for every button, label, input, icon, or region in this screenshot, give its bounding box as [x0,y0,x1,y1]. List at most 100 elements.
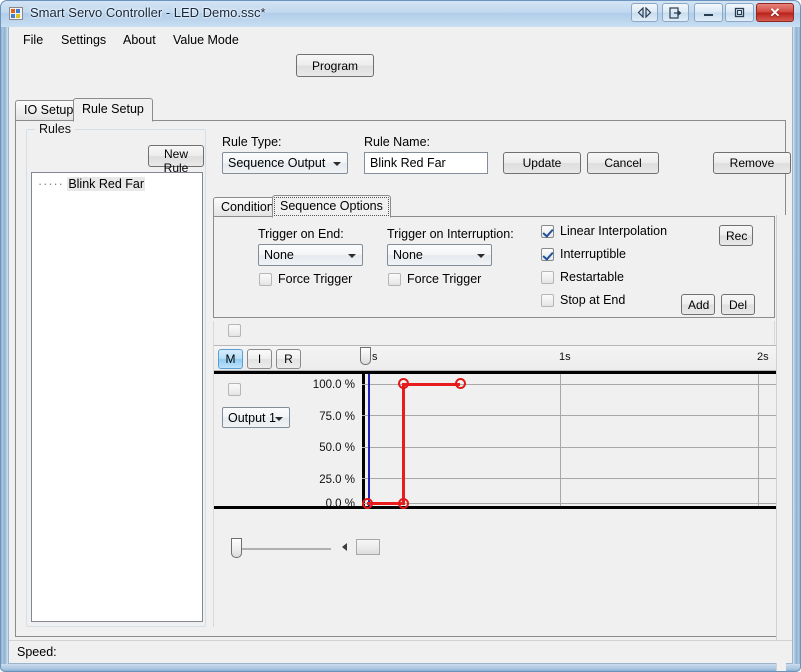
sequence-plot[interactable] [362,374,776,509]
menu-bar: File Settings About Value Mode [9,27,792,51]
segment-2 [403,383,460,386]
zoom-slider-track[interactable] [238,548,331,550]
keypoint-3[interactable] [455,378,466,389]
y-axis-label-100: 100.0 % [312,379,355,391]
panel-right-gutter [776,215,786,672]
mode-move-button[interactable]: M [218,349,243,369]
trigger-on-interruption-value: None [393,248,423,262]
trigger-on-end-combobox[interactable]: None [258,244,363,266]
mode-remove-button[interactable]: R [276,349,301,369]
ruler-tick-1s: 1s [559,351,571,363]
tab-sequence-options[interactable]: Sequence Options [272,195,391,218]
chevron-down-icon [275,417,283,421]
inner-tab-strip: Conditions Sequence Options [213,195,775,218]
rules-tree-view[interactable]: ····· Blink Red Far [31,172,203,622]
remove-button[interactable]: Remove [713,152,791,174]
update-button[interactable]: Update [503,152,581,174]
zoom-slider-thumb[interactable] [231,538,242,558]
mode-insert-button[interactable]: I [247,349,272,369]
stop-at-end-checkbox[interactable] [541,294,554,307]
app-icon [9,7,23,20]
y-axis-label-25: 25.0 % [319,474,355,486]
timeline-horizontal-scrollbar[interactable] [336,538,776,556]
time-ruler[interactable]: s 1s 2s [304,345,776,371]
minimize-button[interactable] [694,3,723,22]
window-border-bottom [0,664,801,672]
gridline-75 [362,415,776,416]
restartable-checkbox[interactable] [541,271,554,284]
menu-settings[interactable]: Settings [55,31,112,49]
chevron-down-icon [348,254,356,258]
window-title: Smart Servo Controller - LED Demo.ssc* [30,5,266,20]
tab-rule-setup[interactable]: Rule Setup [73,98,153,122]
gridline-1s [560,374,561,506]
trigger-on-end-force-label: Force Trigger [278,272,353,286]
keypoint-0[interactable] [362,498,373,509]
rule-type-value: Sequence Output [228,156,326,170]
title-bar: Smart Servo Controller - LED Demo.ssc* ✕ [0,0,801,27]
trigger-on-interruption-combobox[interactable]: None [387,244,492,266]
ruler-tick-0s: s [372,351,378,363]
trigger-on-end-force-checkbox[interactable] [259,273,272,286]
nav-arrows-icon [637,7,652,18]
chevron-down-icon [477,254,485,258]
client-area: File Settings About Value Mode Program I… [8,27,793,672]
speed-status-label: Speed: [17,645,57,659]
trigger-on-end-value: None [264,248,294,262]
playhead-cursor-line[interactable] [368,374,370,506]
rules-group-box: Rules New Rule ····· Blink Red Far [26,122,206,627]
cancel-button[interactable]: Cancel [587,152,659,174]
trigger-on-end-label: Trigger on End: [258,227,344,241]
timeline-bottom-area [214,509,776,627]
track-enable-checkbox[interactable] [228,383,241,396]
interruptible-checkbox[interactable] [541,248,554,261]
close-button[interactable]: ✕ [756,3,794,22]
gridline-2s [758,374,759,506]
menu-about[interactable]: About [117,31,162,49]
tree-item-label: Blink Red Far [67,177,146,191]
add-button[interactable]: Add [681,294,715,315]
horizontal-scroll-thumb[interactable] [356,539,380,555]
time-cursor-handle[interactable] [360,347,371,365]
rule-name-label: Rule Name: [364,135,430,149]
gridline-50 [362,447,776,448]
rule-type-combobox[interactable]: Sequence Output [222,152,348,174]
tree-item-blink-red-far[interactable]: ····· Blink Red Far [38,177,146,191]
window-border-left [0,0,8,672]
restartable-label: Restartable [560,270,624,284]
linear-interpolation-checkbox[interactable] [541,225,554,238]
rule-name-input[interactable] [364,152,488,174]
keypoint-1[interactable] [398,498,409,509]
keypoint-2[interactable] [398,378,409,389]
tree-connector-icon: ····· [38,177,64,191]
rules-group-label: Rules [35,122,75,136]
trigger-on-interruption-label: Trigger on Interruption: [387,227,514,241]
y-axis-label-50: 50.0 % [319,442,355,454]
gridline-25 [362,478,776,479]
segment-1 [402,383,405,505]
copy-window-button[interactable] [662,3,689,22]
del-button[interactable]: Del [721,294,755,315]
copy-icon [669,6,682,19]
ruler-tick-2s: 2s [757,351,769,363]
rec-button[interactable]: Rec [719,225,753,246]
menu-value-mode[interactable]: Value Mode [167,31,245,49]
rule-setup-page: Rules New Rule ····· Blink Red Far Rule … [15,120,791,672]
track-output-combobox[interactable]: Output 1 [222,407,290,428]
trigger-on-interruption-force-checkbox[interactable] [388,273,401,286]
scroll-left-arrow-icon[interactable] [336,538,353,556]
sequence-timeline-panel: M I R s 1s 2s Output 1 100.0 % 75.0 % 50… [213,321,776,627]
interruptible-label: Interruptible [560,247,627,261]
previous-view-button[interactable] [631,3,658,22]
program-button[interactable]: Program [296,54,374,77]
sequence-enable-checkbox[interactable] [228,324,241,337]
window-border-right [793,0,801,672]
new-rule-button[interactable]: New Rule [148,145,204,175]
chevron-down-icon [333,162,341,166]
maximize-button[interactable] [725,3,754,22]
linear-interpolation-label: Linear Interpolation [560,224,668,238]
menu-file[interactable]: File [17,31,49,49]
minimize-icon [704,14,713,16]
maximize-icon [734,7,745,18]
plot-y-axis [362,374,365,506]
